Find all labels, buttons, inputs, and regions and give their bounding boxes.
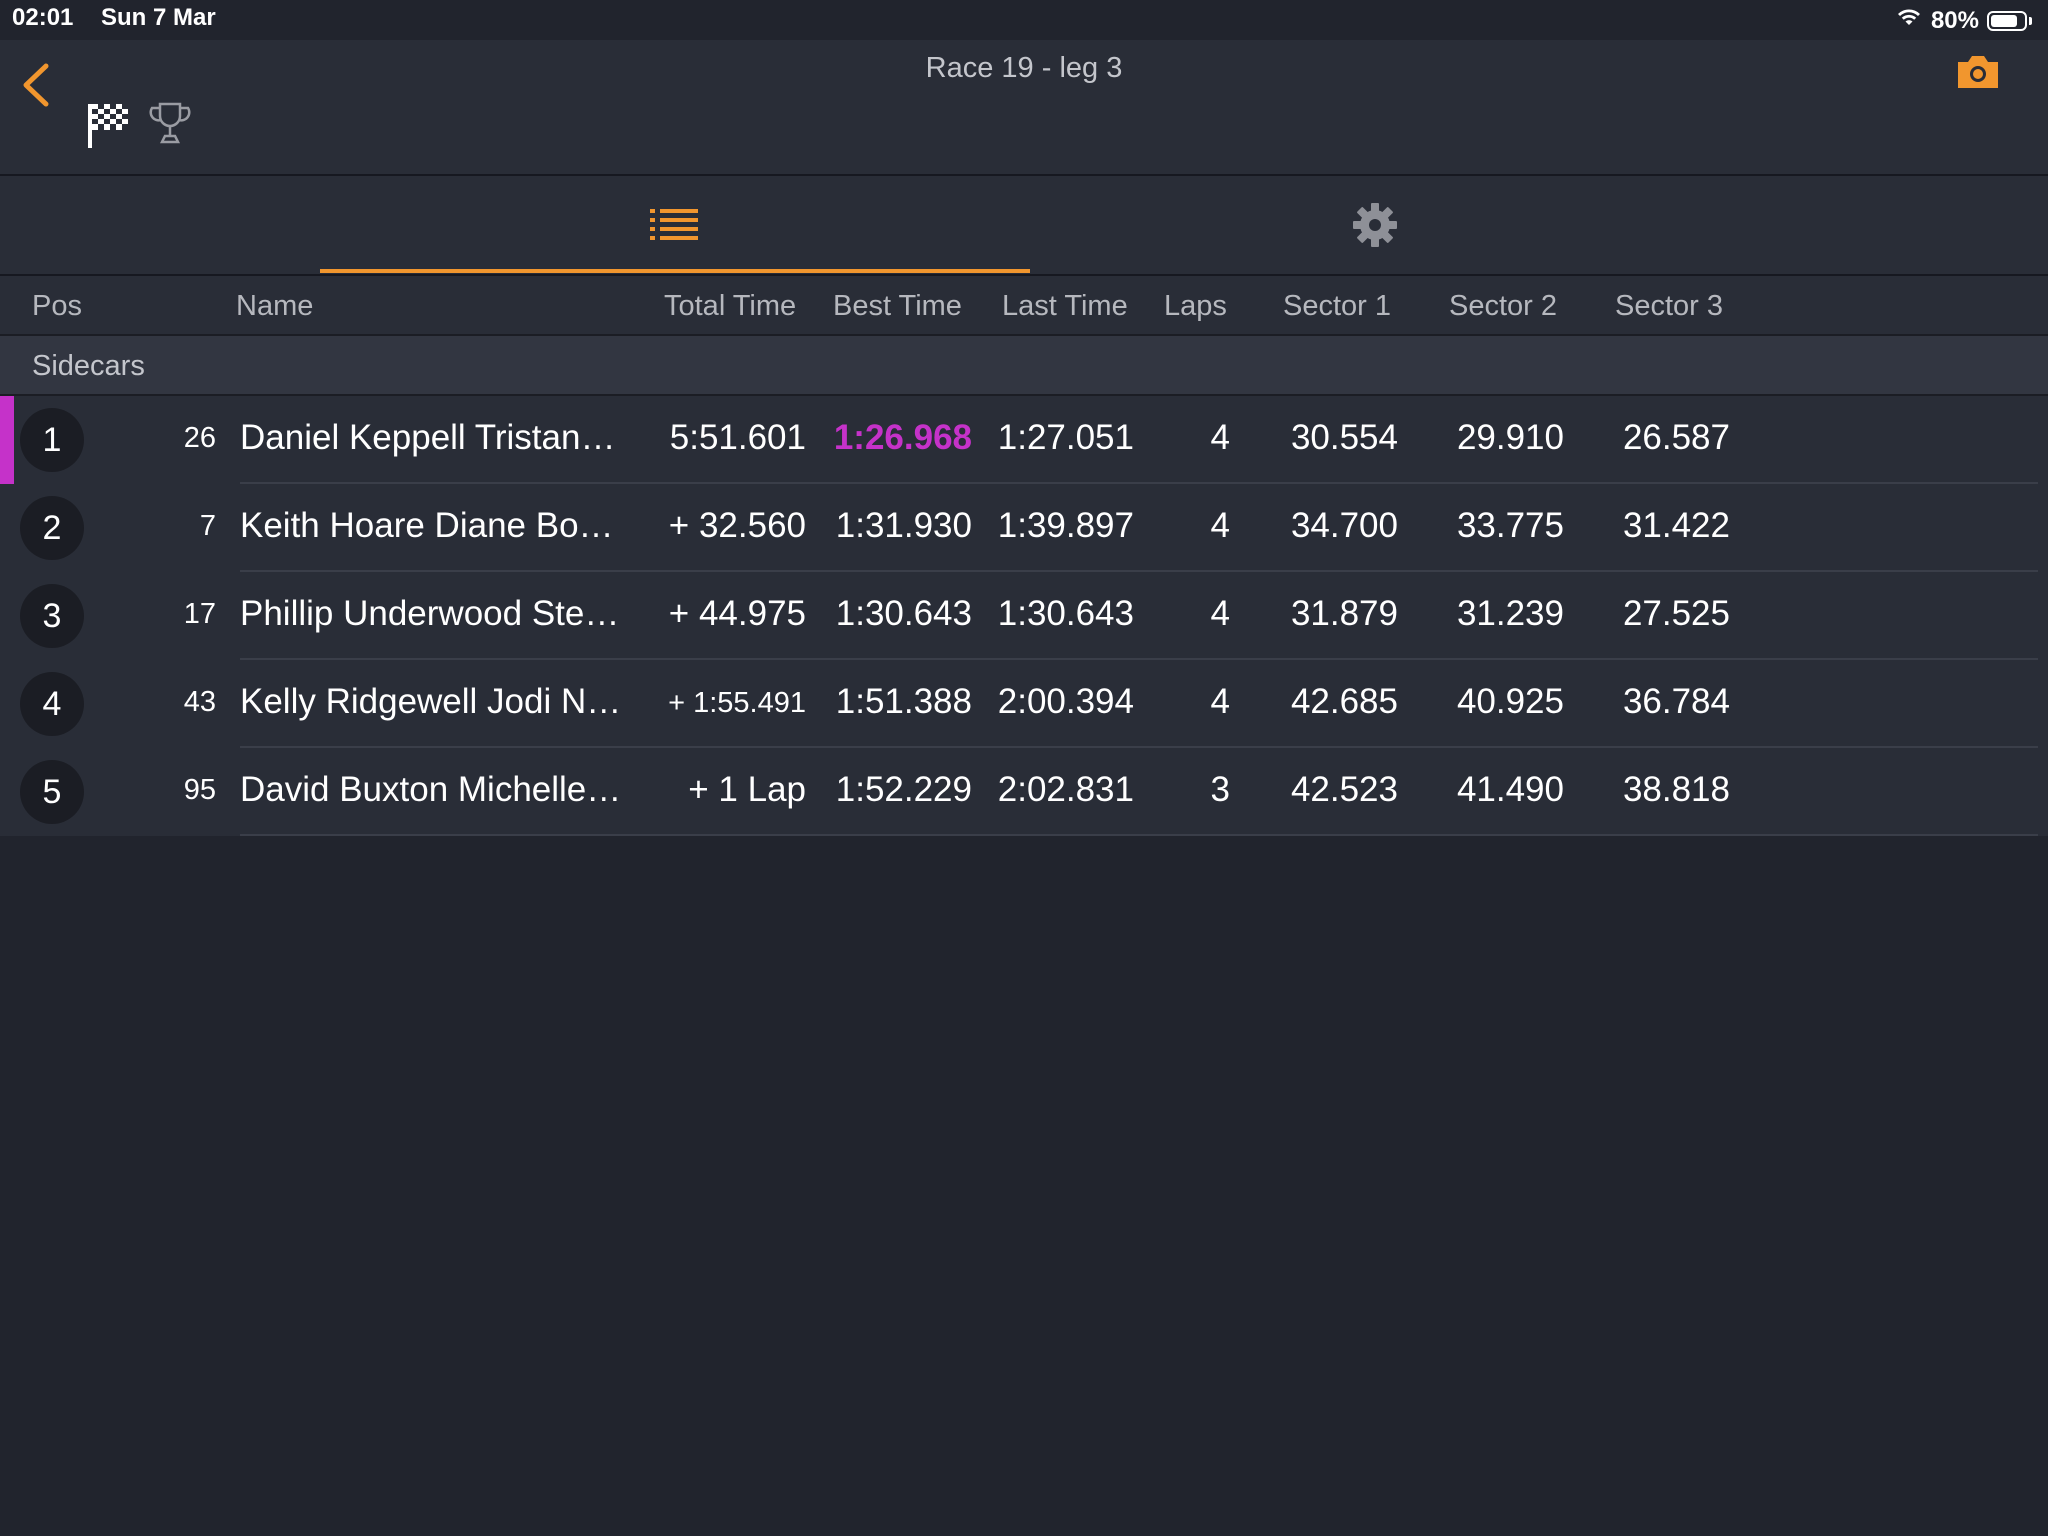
laps: 4 [1210, 682, 1230, 721]
sector-3-time: 31.422 [1622, 506, 1730, 545]
sector-2-time: 31.239 [1456, 594, 1564, 633]
battery-tip [2029, 16, 2032, 25]
battery-fill [1991, 14, 2017, 27]
total-time: + 32.560 [668, 506, 806, 545]
tab-results-list[interactable] [320, 176, 1030, 274]
position-badge: 4 [20, 672, 84, 736]
sector-1-time: 31.879 [1290, 594, 1398, 633]
rider-name: Keith Hoare Diane Bo… [240, 506, 614, 545]
column-header-laps[interactable]: Laps [1164, 290, 1227, 323]
last-time: 1:39.897 [997, 506, 1134, 545]
status-indicators: 80% [1895, 6, 2032, 35]
trophy-icon[interactable] [148, 100, 192, 146]
class-group-header: Sidecars [0, 336, 2048, 396]
battery-percent: 80% [1930, 6, 1979, 34]
result-row[interactable]: 5 95 David Buxton Michelle… + 1 Lap 1:52… [0, 748, 2048, 836]
position-badge: 5 [20, 760, 84, 824]
column-header-name[interactable]: Name [236, 290, 313, 323]
camera-button[interactable] [1954, 52, 2002, 92]
rider-number: 95 [183, 774, 216, 806]
camera-icon [1958, 56, 1998, 88]
header-bar: Race 19 - leg 3 [0, 40, 2048, 176]
laps: 4 [1210, 418, 1230, 457]
rider-number: 26 [183, 422, 216, 454]
column-header-total-time[interactable]: Total Time [664, 290, 796, 323]
last-time: 1:27.051 [997, 418, 1134, 457]
sector-3-time: 26.587 [1622, 418, 1730, 457]
sector-2-time: 41.490 [1456, 770, 1564, 809]
sector-2-time: 40.925 [1456, 682, 1564, 721]
status-date: Sun 7 Mar [101, 4, 216, 31]
position-badge: 2 [20, 496, 84, 560]
best-time-fastest: 1:26.968 [833, 418, 972, 457]
checkered-flag-icon[interactable] [86, 100, 132, 150]
best-time: 1:52.229 [835, 770, 972, 809]
sector-2-time: 29.910 [1456, 418, 1564, 457]
last-time: 1:30.643 [997, 594, 1134, 633]
tab-bar [0, 176, 2048, 276]
rider-number: 7 [199, 510, 216, 542]
result-row[interactable]: 2 7 Keith Hoare Diane Bo… + 32.560 1:31.… [0, 484, 2048, 572]
sector-3-time: 36.784 [1622, 682, 1730, 721]
tab-selected-indicator [320, 269, 1030, 273]
tab-settings[interactable] [1100, 176, 1650, 274]
result-row[interactable]: 1 26 Daniel Keppell Tristan… 5:51.601 1:… [0, 396, 2048, 484]
sector-1-time: 42.685 [1290, 682, 1398, 721]
status-time: 02:01 [12, 4, 74, 31]
class-group-label: Sidecars [32, 350, 145, 382]
battery-icon [1987, 10, 2027, 31]
rider-name: Kelly Ridgewell Jodi N… [240, 682, 622, 721]
last-time: 2:02.831 [997, 770, 1134, 809]
result-row[interactable]: 3 17 Phillip Underwood Ste… + 44.975 1:3… [0, 572, 2048, 660]
sector-3-time: 27.525 [1622, 594, 1730, 633]
rider-number: 43 [183, 686, 216, 718]
rider-number: 17 [183, 598, 216, 630]
total-time: 5:51.601 [669, 418, 806, 457]
sector-3-time: 38.818 [1622, 770, 1730, 809]
sector-2-time: 33.775 [1456, 506, 1564, 545]
list-icon [650, 209, 698, 240]
laps: 4 [1210, 594, 1230, 633]
column-header-sector-3[interactable]: Sector 3 [1615, 290, 1723, 323]
rider-name: David Buxton Michelle… [240, 770, 622, 809]
position-badge: 3 [20, 584, 84, 648]
rider-name: Daniel Keppell Tristan… [240, 418, 616, 457]
rider-name: Phillip Underwood Ste… [240, 594, 620, 633]
best-time: 1:30.643 [835, 594, 972, 633]
last-time: 2:00.394 [997, 682, 1134, 721]
column-header-last-time[interactable]: Last Time [1002, 290, 1128, 323]
sector-1-time: 34.700 [1290, 506, 1398, 545]
leader-indicator [0, 396, 14, 484]
table-header-row: Pos Name Total Time Best Time Last Time … [0, 276, 2048, 336]
total-time: + 1:55.491 [668, 687, 806, 719]
position-badge: 1 [20, 408, 84, 472]
total-time: + 1 Lap [688, 770, 806, 809]
total-time: + 44.975 [668, 594, 806, 633]
laps: 4 [1210, 506, 1230, 545]
sector-1-time: 42.523 [1290, 770, 1398, 809]
column-header-pos[interactable]: Pos [32, 290, 82, 323]
laps: 3 [1210, 770, 1230, 809]
row-divider [240, 834, 2038, 836]
result-row[interactable]: 4 43 Kelly Ridgewell Jodi N… + 1:55.491 … [0, 660, 2048, 748]
column-header-sector-1[interactable]: Sector 1 [1283, 290, 1391, 323]
best-time: 1:31.930 [835, 506, 972, 545]
column-header-best-time[interactable]: Best Time [833, 290, 962, 323]
gear-icon [1353, 203, 1397, 247]
wifi-icon [1895, 6, 1923, 35]
column-header-sector-2[interactable]: Sector 2 [1449, 290, 1557, 323]
sector-1-time: 30.554 [1290, 418, 1398, 457]
page-title: Race 19 - leg 3 [925, 52, 1123, 84]
best-time: 1:51.388 [835, 682, 972, 721]
